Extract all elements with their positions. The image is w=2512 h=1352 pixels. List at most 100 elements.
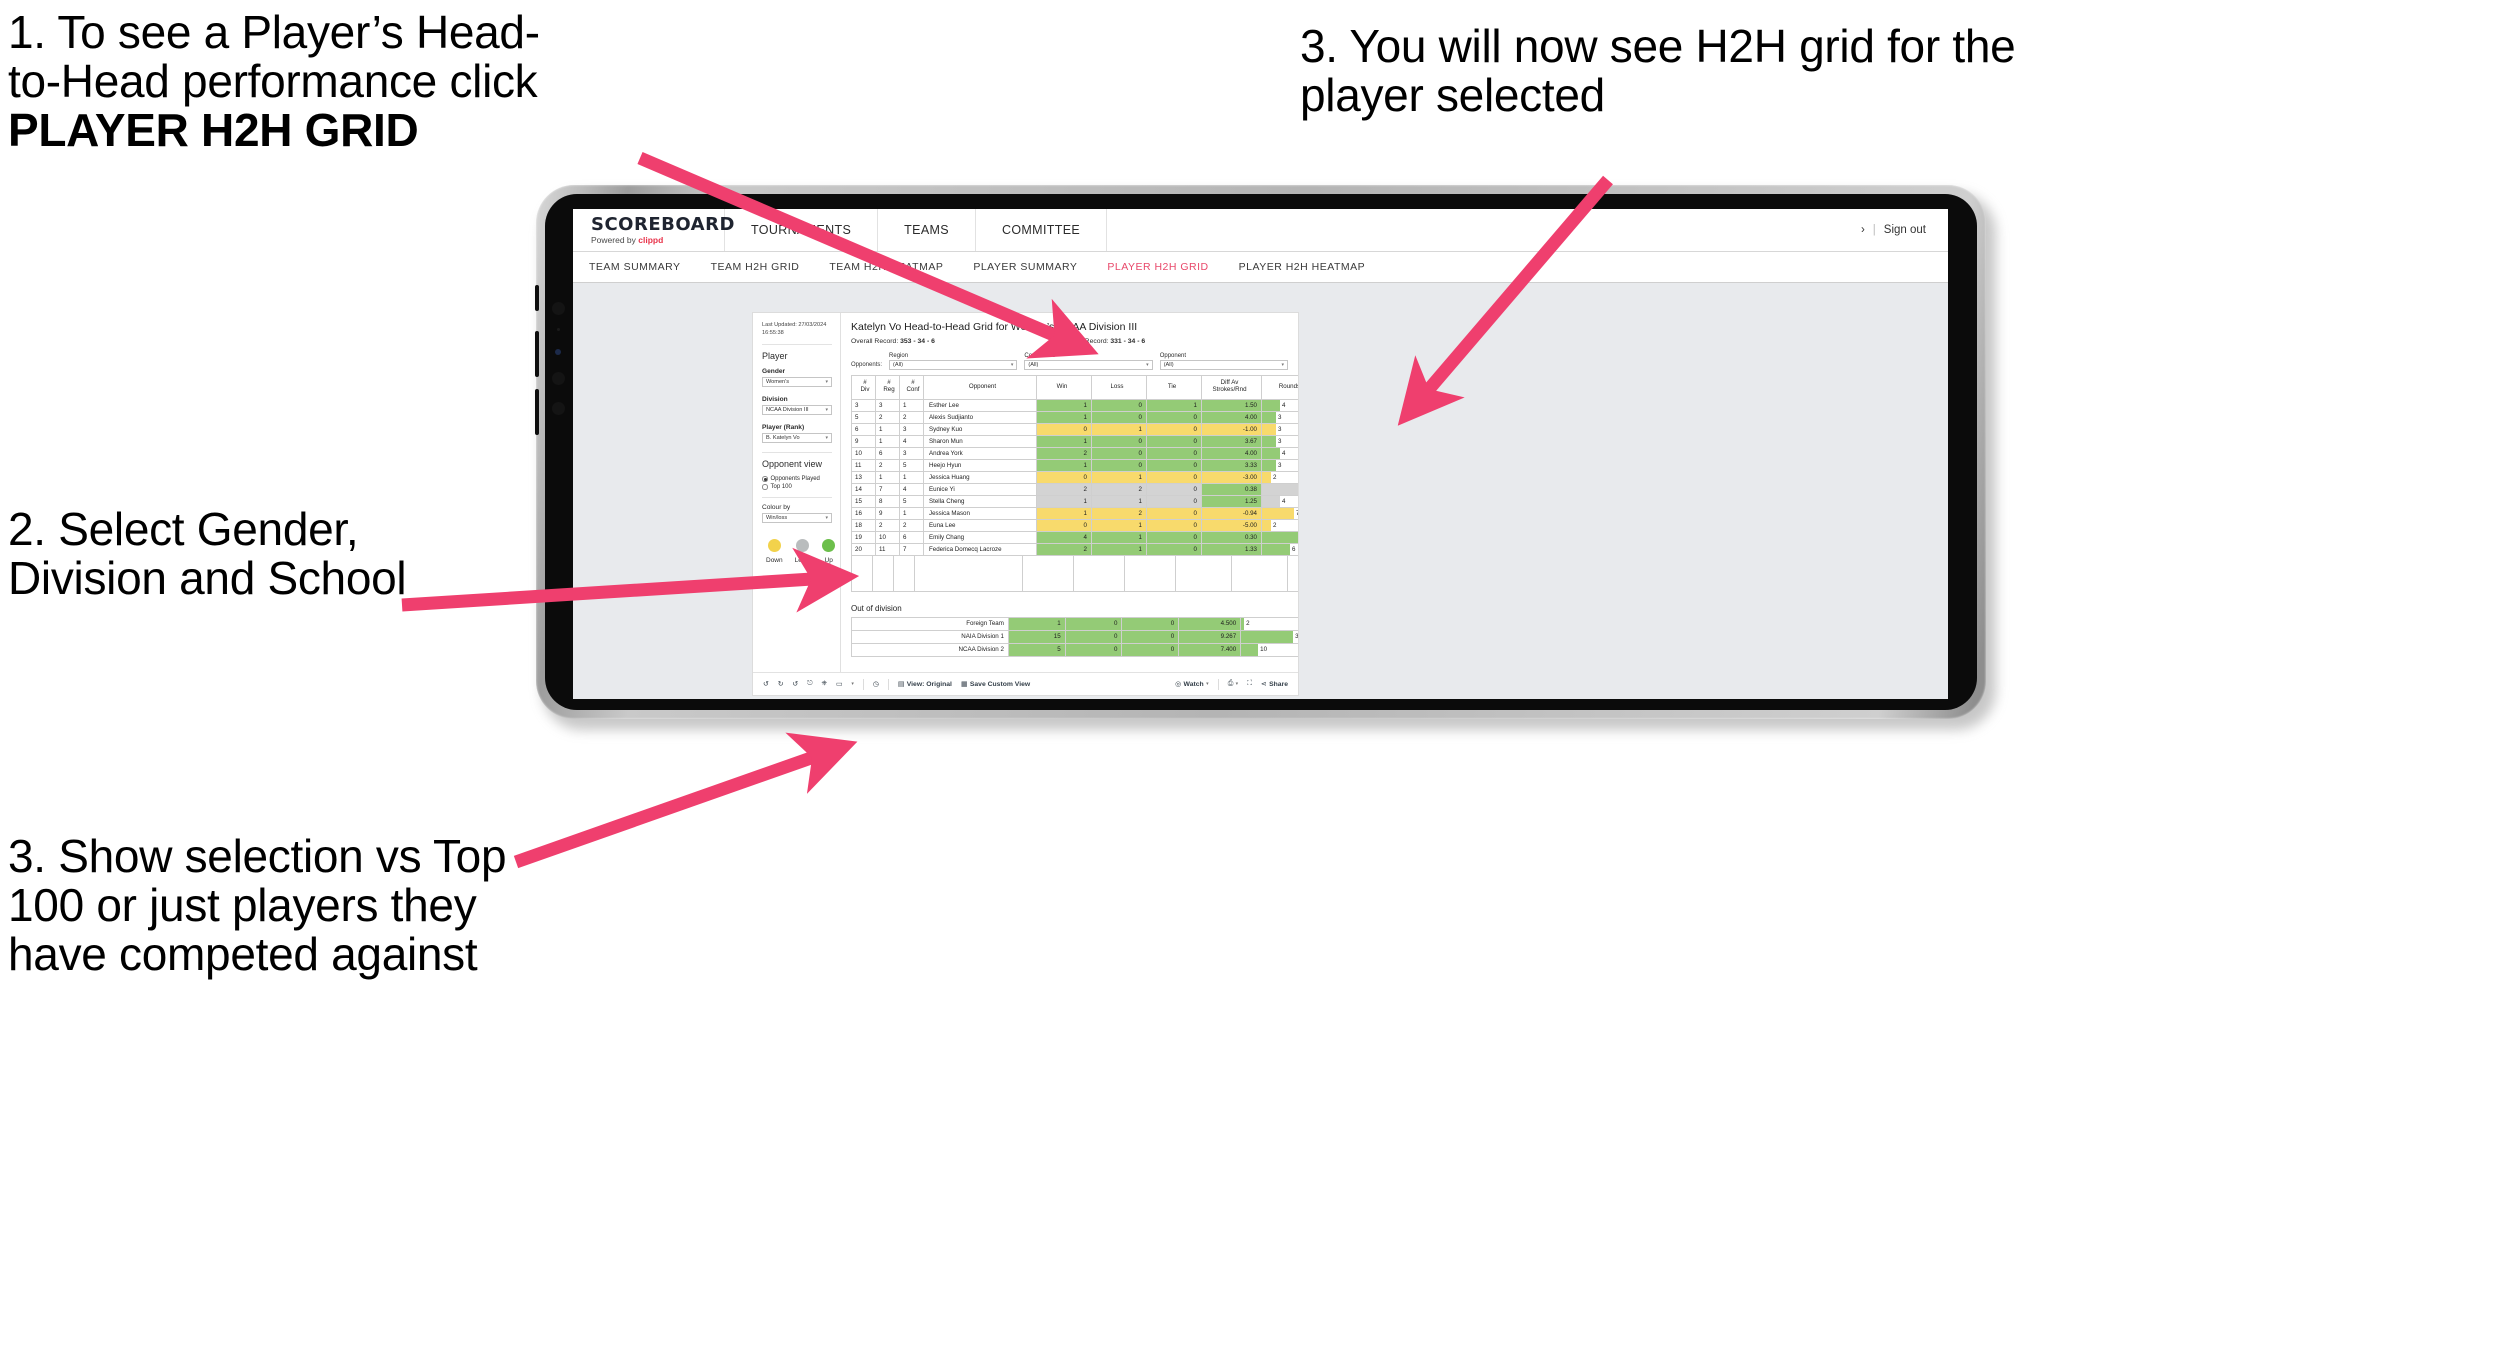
nav-item-tournaments[interactable]: TOURNAMENTS xyxy=(725,209,879,251)
cell-tie: 0 xyxy=(1146,458,1202,472)
cell-win: 1 xyxy=(1036,434,1092,448)
cell-opponent: Andrea York xyxy=(923,446,1037,460)
col-diff: Diff Av Strokes/Rnd xyxy=(1201,374,1262,400)
cell-tie: 0 xyxy=(1146,506,1202,520)
col-conf-l2: Conf xyxy=(906,386,920,393)
table-row[interactable]: 15 8 5 Stella Cheng 1 1 0 1.25 4 xyxy=(851,494,1298,508)
cell-reg: 8 xyxy=(875,494,900,508)
rounds-bar xyxy=(1241,631,1294,642)
undo-icon[interactable]: ↺ xyxy=(763,680,769,688)
cell-reg: 1 xyxy=(875,434,900,448)
tab-player-h2h-heatmap[interactable]: PLAYER H2H HEATMAP xyxy=(1239,261,1365,273)
annotation-4: 3. You will now see H2H grid for the pla… xyxy=(1300,20,2016,122)
tablet-side-button-1 xyxy=(535,285,539,311)
cell-div: 18 xyxy=(851,518,876,532)
tab-team-summary[interactable]: TEAM SUMMARY xyxy=(589,261,681,273)
rounds-bar xyxy=(1262,400,1280,410)
nav-item-committee[interactable]: COMMITTEE xyxy=(976,209,1108,251)
cell-tie: 0 xyxy=(1146,518,1202,532)
gender-select[interactable]: Women's ▾ xyxy=(762,377,832,388)
redo-icon[interactable]: ↻ xyxy=(778,680,784,688)
rounds-bar xyxy=(1262,508,1294,518)
download-button[interactable]: ⎙ ▾ xyxy=(1228,680,1238,688)
tablet-sensor-dot xyxy=(557,328,560,331)
player-rank-select[interactable]: B. Katelyn Vo ▾ xyxy=(762,433,832,444)
chevron-down-icon: ▾ xyxy=(825,515,828,522)
save-custom-view-button[interactable]: ▦ Save Custom View xyxy=(961,680,1030,689)
cell-diff: 3.33 xyxy=(1201,458,1262,472)
history-icon[interactable]: ◷ xyxy=(873,680,879,688)
cell-diff: 3.67 xyxy=(1201,434,1262,448)
cell-win: 1 xyxy=(1036,398,1092,412)
cell-rounds: 3 xyxy=(1261,410,1298,424)
refresh-icon[interactable]: ⎋ xyxy=(807,680,812,688)
cell-div: 16 xyxy=(851,506,876,520)
tab-team-h2h-grid[interactable]: TEAM H2H GRID xyxy=(711,261,800,273)
table-row[interactable]: 1474Eunice Yi2200.389 xyxy=(851,482,1298,496)
radio-opponents-played[interactable]: Opponents Played xyxy=(762,476,832,482)
rounds-value: 30 xyxy=(1293,631,1297,642)
table-row[interactable]: 1691Jessica Mason120-0.947 xyxy=(851,506,1298,520)
annotation-3: 3. Show selection vs Top 100 or just pla… xyxy=(8,830,507,981)
chevron-down-icon[interactable]: ▾ xyxy=(851,681,854,687)
revert-icon[interactable]: ↺ xyxy=(792,680,798,688)
rounds-value: 7 xyxy=(1294,508,1298,518)
highlight-icon[interactable]: ▭ xyxy=(836,680,842,688)
pause-icon[interactable]: ⎈ xyxy=(822,680,827,688)
tablet-camera-2 xyxy=(555,349,561,355)
cell-tie: 0 xyxy=(1146,494,1202,508)
radio-top-100-label: Top 100 xyxy=(770,484,792,491)
app-header: SCOREBOARD Powered by clippd TOURNAMENTS… xyxy=(573,209,1948,252)
cell-tie: 0 xyxy=(1146,482,1202,496)
cell-div: 5 xyxy=(851,410,876,424)
table-row[interactable]: 18 2 2 Euna Lee 0 1 0 -5.00 2 xyxy=(851,518,1298,532)
tablet-camera-3 xyxy=(552,372,565,385)
table-row[interactable]: 13 1 1 Jessica Huang 0 1 0 -3.00 2 xyxy=(851,470,1298,484)
tab-team-h2h-heatmap[interactable]: TEAM H2H HEATMAP xyxy=(829,261,943,273)
table-row[interactable]: 5 2 2 Alexis Sudjianto 1 0 0 4.00 3 xyxy=(851,410,1298,424)
table-row[interactable]: 11 2 5 Heejo Hyun 1 0 0 3.33 3 xyxy=(851,458,1298,472)
col-div-l2: Div xyxy=(860,386,870,393)
cell-diff: 0.38 xyxy=(1201,482,1262,496)
tab-player-h2h-grid[interactable]: PLAYER H2H GRID xyxy=(1107,261,1208,273)
player-section-heading: Player xyxy=(762,351,788,362)
table-row[interactable]: 20 11 7 Federica Domecq Lacroze 2 1 0 1.33 6 xyxy=(851,542,1298,556)
list-item[interactable]: Foreign Team 1 0 0 4.500 2 xyxy=(851,616,1298,631)
radio-icon-selected xyxy=(762,476,768,482)
table-row[interactable]: 19106Emily Chang4100.3011 xyxy=(851,530,1298,544)
opponent-label: Opponent xyxy=(1159,353,1187,359)
cell-rounds: 6 xyxy=(1261,542,1298,556)
chevron-right-icon[interactable]: › xyxy=(1861,224,1865,236)
tablet-screen: SCOREBOARD Powered by clippd TOURNAMENTS… xyxy=(545,194,1977,710)
fullscreen-icon[interactable]: ⛶ xyxy=(1247,680,1252,688)
division-select[interactable]: NCAA Division III ▾ xyxy=(762,405,832,416)
chevron-down-icon: ▾ xyxy=(1235,681,1239,687)
sign-out-link[interactable]: Sign out xyxy=(1884,224,1926,236)
opponent-view-heading: Opponent view xyxy=(762,459,823,470)
table-row[interactable]: 6 1 3 Sydney Kuo 0 1 0 -1.00 3 xyxy=(851,422,1298,436)
table-row[interactable]: 9 1 4 Sharon Mun 1 0 0 3.67 3 xyxy=(851,434,1298,448)
tab-player-summary[interactable]: PLAYER SUMMARY xyxy=(973,261,1077,273)
cell-conf: 2 xyxy=(899,518,924,532)
watch-button[interactable]: ◎ Watch ▾ xyxy=(1175,680,1209,689)
colour-by-select[interactable]: Win/loss ▾ xyxy=(762,513,832,524)
cell-rounds: 3 xyxy=(1261,422,1298,436)
radio-top-100[interactable]: Top 100 xyxy=(762,484,832,490)
view-original-button[interactable]: ▤ View: Original xyxy=(898,680,952,689)
grid-title: Katelyn Vo Head-to-Head Grid for Women’s… xyxy=(851,321,1138,333)
brand-logo[interactable]: SCOREBOARD Powered by clippd xyxy=(573,209,734,251)
list-item[interactable]: NCAA Division 2 5 0 0 7.400 10 xyxy=(851,642,1298,657)
table-row[interactable]: 10 6 3 Andrea York 2 0 0 4.00 4 xyxy=(851,446,1298,460)
table-row[interactable]: 3 3 1 Esther Lee 1 0 1 1.50 4 xyxy=(851,398,1298,412)
conference-select[interactable]: (All) ▾ xyxy=(1024,360,1153,370)
brand-tagline: Powered by clippd xyxy=(591,236,724,245)
list-item[interactable]: NAIA Division 115009.26730 xyxy=(851,629,1298,644)
cell-ood-diff: 7.400 xyxy=(1178,642,1242,657)
nav-item-teams[interactable]: TEAMS xyxy=(878,209,976,251)
rounds-bar xyxy=(1262,412,1276,422)
share-button[interactable]: ⋖ Share xyxy=(1261,680,1288,689)
col-opponent: Opponent xyxy=(923,374,1037,400)
cell-win: 4 xyxy=(1036,530,1092,544)
region-select[interactable]: (All) ▾ xyxy=(889,360,1018,370)
opponent-select[interactable]: (All) ▾ xyxy=(1159,360,1289,370)
